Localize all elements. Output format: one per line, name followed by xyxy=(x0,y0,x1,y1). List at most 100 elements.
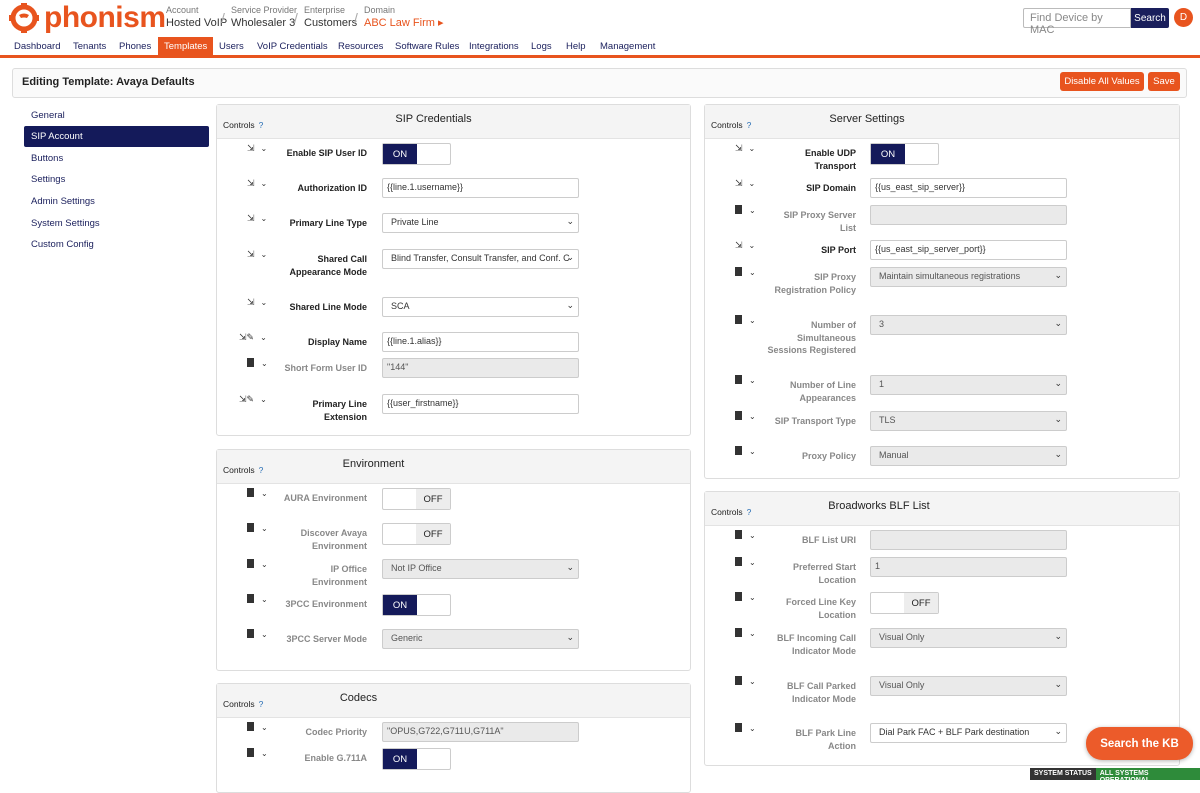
document-icon[interactable] xyxy=(247,629,254,638)
document-icon[interactable] xyxy=(735,723,742,732)
3pcc-server-mode-select[interactable]: Generic ⌄ xyxy=(382,629,579,649)
preferred-start-location-input[interactable]: 1 xyxy=(870,557,1067,577)
field-controls[interactable]: ⌄ xyxy=(247,594,268,604)
field-controls[interactable]: ⇲ ⌄ xyxy=(735,178,755,189)
nav-software-rules[interactable]: Software Rules xyxy=(389,37,465,58)
sidenav-settings[interactable]: Settings xyxy=(24,169,209,190)
chevron-down-icon[interactable]: ⌄ xyxy=(261,749,268,758)
system-status-bar[interactable]: SYSTEM STATUS ALL SYSTEMS OPERATIONAL xyxy=(1030,768,1200,784)
field-controls[interactable]: ⌄ xyxy=(247,748,268,758)
document-icon[interactable] xyxy=(735,267,742,276)
chevron-down-icon[interactable]: ⌄ xyxy=(261,144,268,153)
nav-integrations[interactable]: Integrations xyxy=(463,37,525,58)
save-button[interactable]: Save xyxy=(1148,72,1180,91)
user-avatar[interactable]: D xyxy=(1174,8,1193,27)
field-controls[interactable]: ⌄ xyxy=(735,267,756,277)
chevron-down-icon[interactable]: ⌄ xyxy=(749,268,756,277)
help-icon[interactable]: ? xyxy=(747,507,752,517)
field-controls[interactable]: ⇲ ⌄ xyxy=(247,178,267,189)
chevron-down-icon[interactable]: ⌄ xyxy=(749,376,756,385)
field-controls[interactable]: ⌄ xyxy=(735,530,756,540)
chevron-down-icon[interactable]: ⌄ xyxy=(261,214,268,223)
breadcrumb-account[interactable]: Account Hosted VoIP xyxy=(166,6,227,29)
nav-help[interactable]: Help xyxy=(560,37,592,58)
display-name-input[interactable]: {{line.1.alias}} xyxy=(382,332,579,352)
sidenav-sip-account[interactable]: SIP Account xyxy=(24,126,209,147)
disable-all-values-button[interactable]: Disable All Values xyxy=(1060,72,1144,91)
search-button[interactable]: Search xyxy=(1131,8,1169,28)
field-controls[interactable]: ⇲ ⌄ xyxy=(247,249,267,260)
nav-management[interactable]: Management xyxy=(594,37,661,58)
chevron-down-icon[interactable]: ⌄ xyxy=(749,144,756,153)
chevron-down-icon[interactable]: ⌄ xyxy=(749,179,756,188)
chevron-down-icon[interactable]: ⌄ xyxy=(749,593,756,602)
sidenav-custom-config[interactable]: Custom Config xyxy=(24,234,209,255)
document-icon[interactable] xyxy=(735,375,742,384)
nav-logs[interactable]: Logs xyxy=(525,37,558,58)
document-icon[interactable] xyxy=(735,205,742,214)
field-controls[interactable]: ⌄ xyxy=(735,676,756,686)
field-controls[interactable]: ⌄ xyxy=(735,411,756,421)
nav-users[interactable]: Users xyxy=(213,37,250,58)
number-of-line-appearances-select[interactable]: 1 ⌄ xyxy=(870,375,1067,395)
field-controls[interactable]: ⇲ ⌄ xyxy=(247,213,267,224)
chevron-down-icon[interactable]: ⌄ xyxy=(261,250,268,259)
blf-park-line-action-select[interactable]: Dial Park FAC + BLF Park destination ⌄ xyxy=(870,723,1067,743)
import-icon[interactable]: ⇲ xyxy=(735,178,743,188)
field-controls[interactable]: ⌄ xyxy=(735,628,756,638)
aura-environment-toggle[interactable]: OFF xyxy=(382,488,451,510)
chevron-down-icon[interactable]: ⌄ xyxy=(261,298,268,307)
document-icon[interactable] xyxy=(735,676,742,685)
field-controls[interactable]: ⇲ ⌄ xyxy=(247,297,267,308)
proxy-policy-select[interactable]: Manual ⌄ xyxy=(870,446,1067,466)
sidenav-admin-settings[interactable]: Admin Settings xyxy=(24,191,209,212)
enable-sip-user-id-toggle[interactable]: ON xyxy=(382,143,451,165)
field-controls[interactable]: ⇲ ⌄ xyxy=(247,143,267,154)
field-controls[interactable]: ⇲✎ ⌄ xyxy=(239,332,267,343)
import-icon[interactable]: ⇲ xyxy=(239,332,247,342)
enable-g711a-toggle[interactable]: ON xyxy=(382,748,451,770)
field-controls[interactable]: ⌄ xyxy=(735,315,756,325)
chevron-down-icon[interactable]: ⌄ xyxy=(261,524,268,533)
blf-list-uri-input[interactable] xyxy=(870,530,1067,550)
authorization-id-input[interactable]: {{line.1.username}} xyxy=(382,178,579,198)
field-controls[interactable]: ⌄ xyxy=(247,559,268,569)
document-icon[interactable] xyxy=(247,594,254,603)
chevron-down-icon[interactable]: ⌄ xyxy=(749,677,756,686)
forced-line-key-location-toggle[interactable]: OFF xyxy=(870,592,939,614)
chevron-down-icon[interactable]: ⌄ xyxy=(261,630,268,639)
document-icon[interactable] xyxy=(247,488,254,497)
document-icon[interactable] xyxy=(735,315,742,324)
import-icon[interactable]: ⇲ xyxy=(247,143,255,153)
field-controls[interactable]: ⌄ xyxy=(735,205,756,215)
document-icon[interactable] xyxy=(247,559,254,568)
primary-line-extension-input[interactable]: {{user_firstname}} xyxy=(382,394,579,414)
import-icon[interactable]: ⇲ xyxy=(239,394,247,404)
chevron-down-icon[interactable]: ⌄ xyxy=(261,489,268,498)
nav-voip-credentials[interactable]: VoIP Credentials xyxy=(251,37,334,58)
document-icon[interactable] xyxy=(247,748,254,757)
enable-udp-transport-toggle[interactable]: ON xyxy=(870,143,939,165)
document-icon[interactable] xyxy=(735,530,742,539)
field-controls[interactable]: ⌄ xyxy=(247,523,268,533)
edit-icon[interactable]: ✎ xyxy=(247,332,255,342)
chevron-down-icon[interactable]: ⌄ xyxy=(749,241,756,250)
chevron-down-icon[interactable]: ⌄ xyxy=(749,206,756,215)
short-form-user-id-input[interactable]: "144" xyxy=(382,358,579,378)
nav-templates[interactable]: Templates xyxy=(158,37,214,58)
sidenav-buttons[interactable]: Buttons xyxy=(24,148,209,169)
chevron-down-icon[interactable]: ⌄ xyxy=(749,447,756,456)
chevron-down-icon[interactable]: ⌄ xyxy=(749,629,756,638)
shared-line-mode-select[interactable]: SCA ⌄ xyxy=(382,297,579,317)
chevron-down-icon[interactable]: ⌄ xyxy=(749,724,756,733)
import-icon[interactable]: ⇲ xyxy=(735,143,743,153)
search-kb-button[interactable]: Search the KB xyxy=(1086,727,1193,760)
chevron-down-icon[interactable]: ⌄ xyxy=(749,558,756,567)
chevron-down-icon[interactable]: ⌄ xyxy=(749,531,756,540)
field-controls[interactable]: ⌄ xyxy=(735,446,756,456)
field-controls[interactable]: ⌄ xyxy=(735,592,756,602)
nav-dashboard[interactable]: Dashboard xyxy=(8,37,66,58)
field-controls[interactable]: ⌄ xyxy=(735,375,756,385)
sip-transport-type-select[interactable]: TLS ⌄ xyxy=(870,411,1067,431)
import-icon[interactable]: ⇲ xyxy=(247,297,255,307)
